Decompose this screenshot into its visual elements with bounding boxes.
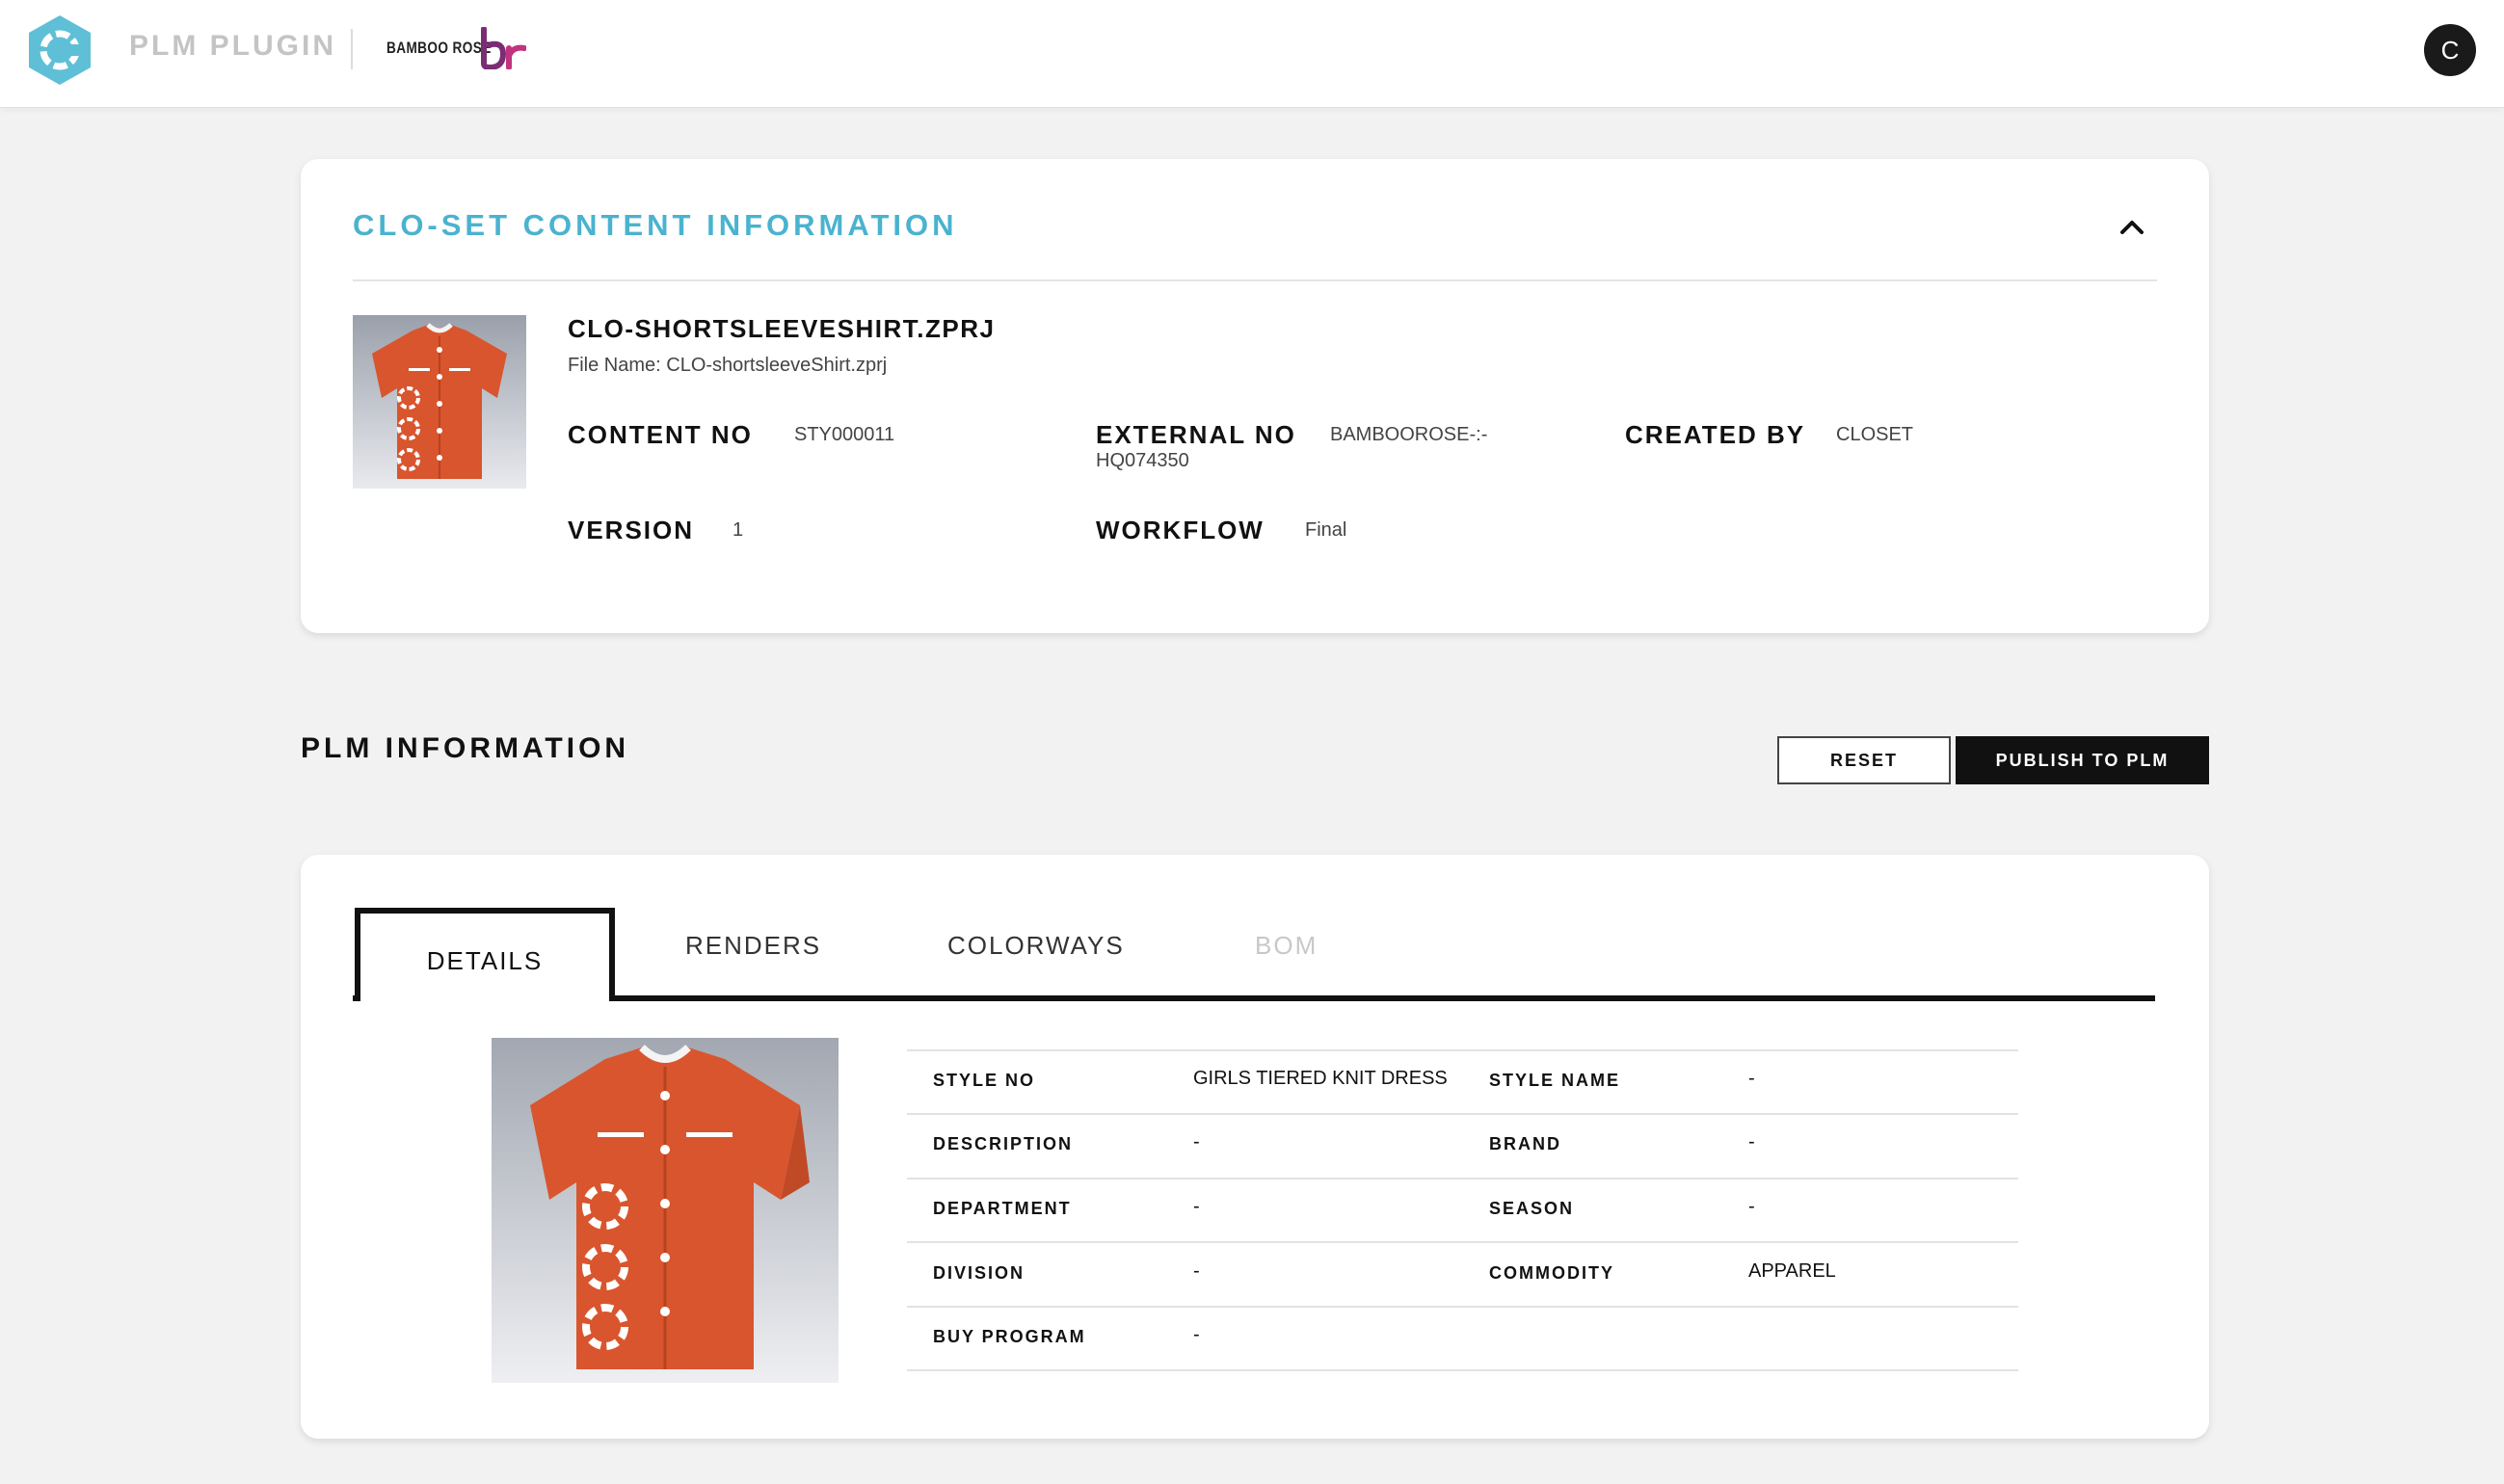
commodity-value: APPAREL — [1748, 1260, 1836, 1282]
external-no-label: EXTERNAL NO — [1096, 420, 1296, 449]
brand-name: BAMBOO ROSE — [386, 39, 492, 57]
tab-bom: BOM — [1255, 931, 1319, 960]
user-avatar[interactable]: C — [2424, 24, 2476, 76]
reset-button[interactable]: RESET — [1777, 736, 1951, 784]
created-by-value: CLOSET — [1836, 424, 1914, 445]
table-row-divider — [907, 1178, 2018, 1179]
division-value: - — [1193, 1260, 1200, 1282]
top-bar: PLM PLUGIN BAMBOO ROSE C — [0, 0, 2504, 108]
shirt-thumbnail — [353, 315, 526, 489]
tab-details[interactable]: DETAILS — [355, 908, 615, 1001]
workflow-label: WORKFLOW — [1096, 516, 1265, 544]
shirt-render-image-icon — [530, 1045, 810, 1369]
brand-value: - — [1748, 1131, 1755, 1153]
file-name: File Name: CLO-shortsleeveShirt.zprj — [568, 355, 888, 376]
style-name-label: STYLE NAME — [1489, 1071, 1621, 1090]
table-row-divider — [907, 1113, 2018, 1115]
bamboo-rose-br-icon — [481, 27, 526, 69]
shirt-image-icon — [372, 323, 507, 479]
season-value: - — [1748, 1196, 1755, 1217]
table-row-divider — [907, 1369, 2018, 1371]
version-label: VERSION — [568, 516, 695, 544]
tab-renders[interactable]: RENDERS — [685, 931, 821, 961]
content-no-value: STY000011 — [794, 424, 895, 445]
style-no-value: GIRLS TIERED KNIT DRESS — [1193, 1068, 1448, 1089]
table-row-divider — [907, 1049, 2018, 1051]
header-divider — [351, 29, 353, 69]
style-name-value: - — [1748, 1068, 1755, 1089]
tab-bar-underline — [353, 995, 2155, 1001]
content-info-title: CLO-SET CONTENT INFORMATION — [353, 208, 958, 242]
division-label: DIVISION — [933, 1263, 1026, 1283]
chevron-up-icon[interactable] — [2118, 214, 2146, 239]
plm-information-title: PLM INFORMATION — [301, 732, 630, 764]
section-divider — [353, 279, 2157, 281]
brand-label: BRAND — [1489, 1134, 1561, 1153]
commodity-label: COMMODITY — [1489, 1263, 1614, 1283]
external-no-value-cont: HQ074350 — [1096, 450, 1189, 471]
buy-program-label: BUY PROGRAM — [933, 1327, 1086, 1346]
department-label: DEPARTMENT — [933, 1199, 1072, 1218]
tab-colorways[interactable]: COLORWAYS — [947, 931, 1125, 961]
hexagon-c-logo-icon — [29, 15, 91, 85]
table-row-divider — [907, 1241, 2018, 1243]
style-no-label: STYLE NO — [933, 1071, 1036, 1090]
created-by-label: CREATED BY — [1625, 420, 1806, 449]
description-label: DESCRIPTION — [933, 1134, 1074, 1153]
content-no-label: CONTENT NO — [568, 420, 753, 449]
description-value: - — [1193, 1131, 1200, 1153]
publish-to-plm-button[interactable]: PUBLISH TO PLM — [1956, 736, 2209, 784]
external-no-value: BAMBOOROSE-:- — [1330, 424, 1488, 445]
app-title: PLM PLUGIN — [129, 30, 336, 62]
department-value: - — [1193, 1196, 1200, 1217]
table-row-divider — [907, 1306, 2018, 1308]
season-label: SEASON — [1489, 1199, 1575, 1218]
shirt-render — [492, 1038, 839, 1383]
buy-program-value: - — [1193, 1324, 1200, 1345]
version-value: 1 — [733, 519, 744, 541]
file-heading: CLO-SHORTSLEEVESHIRT.ZPRJ — [568, 314, 996, 343]
workflow-value: Final — [1305, 519, 1347, 541]
